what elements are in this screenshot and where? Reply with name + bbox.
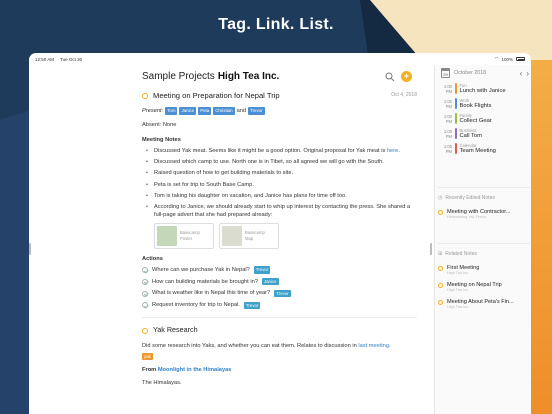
event-item[interactable]: 1:00 PM Calendar Team Meeting: [438, 143, 530, 154]
status-time: 12:50 AM: [35, 56, 55, 62]
divider: [142, 317, 417, 319]
attachment-poster[interactable]: Basecamp Poster: [154, 222, 214, 249]
person-tag[interactable]: Trevor: [248, 107, 265, 115]
person-tag[interactable]: Janice: [179, 107, 197, 115]
absent-line: Absent: None: [142, 122, 177, 129]
from-link[interactable]: Moonlight in the Himalayas: [158, 367, 232, 373]
checkbox[interactable]: [142, 278, 148, 285]
note-status-circle: [438, 266, 443, 271]
note-title[interactable]: Meeting on Preparation for Nepal Trip: [153, 90, 280, 101]
list-item: Discussed Yak meat. Seems like it might …: [142, 147, 417, 156]
event-list: 1:00 PM Fun Lunch with Janice 1:00 PM Wor…: [438, 83, 530, 158]
add-note-button[interactable]: +: [401, 71, 412, 82]
event-item[interactable]: 1:00 PM Fun Lunch with Janice: [438, 83, 530, 94]
recently-edited-heading: ◷ Recently Edited Notes: [438, 195, 495, 201]
person-tag[interactable]: Trevor: [243, 301, 261, 309]
list-item: Tom is taking his daughter on vacation, …: [142, 192, 417, 201]
here-link[interactable]: here: [387, 148, 398, 154]
note-status-circle: [438, 300, 443, 305]
map-thumbnail: [222, 225, 242, 246]
related-note-item[interactable]: First Meeting High Tea Inc.: [438, 265, 530, 275]
checkbox[interactable]: [142, 302, 148, 309]
list-item: According to Janice, we should already s…: [142, 203, 417, 220]
divider: [438, 243, 530, 244]
person-tag[interactable]: Tom: [165, 107, 178, 115]
poster-thumbnail: [157, 225, 177, 246]
person-tag[interactable]: Trevor: [274, 289, 291, 298]
project-name[interactable]: High Tea Inc.: [218, 71, 280, 82]
calendar-header: 29 October 2018 ‹ ›: [441, 68, 529, 78]
action-item: What is weather like in Nepal this time …: [142, 289, 417, 298]
note-status-circle: [438, 210, 443, 215]
clock-icon: ◷: [438, 195, 443, 201]
chevron-left-icon[interactable]: ‹: [520, 69, 523, 78]
present-row: Present: Tom Janice Peta Christian and T…: [142, 107, 417, 115]
note2-body: Did some research into Yaks, and whether…: [142, 342, 391, 349]
meeting-notes-heading: Meeting Notes: [142, 136, 181, 143]
person-tag[interactable]: Trevor: [253, 266, 271, 274]
battery-percent: 100%: [501, 56, 513, 62]
related-notes-heading: ⊞ Related Notes: [438, 251, 477, 257]
yak-tag[interactable]: yak: [142, 353, 153, 361]
note2-body2: The Himalayas.: [142, 379, 182, 386]
wifi-icon: ◠: [494, 56, 499, 61]
person-tag[interactable]: Peta: [198, 107, 212, 115]
ipad-screen: 12:50 AM Tue Oct 30 ◠ 100% Sample Projec…: [29, 53, 531, 414]
chevron-right-icon[interactable]: ›: [526, 69, 529, 78]
actions-heading: Actions: [142, 255, 163, 262]
calendar-icon[interactable]: 29: [441, 68, 450, 78]
list-item: Discussed which camp to use. North one i…: [142, 158, 417, 167]
search-icon[interactable]: [385, 72, 395, 82]
meeting-notes-list: Discussed Yak meat. Seems like it might …: [142, 147, 417, 220]
note-title-row: Meeting on Preparation for Nepal Trip Oc…: [142, 90, 417, 101]
action-item: How can building materials be brought in…: [142, 278, 417, 286]
related-icon: ⊞: [438, 251, 443, 257]
event-item[interactable]: 1:00 PM Work Book Flights: [438, 98, 530, 109]
note2-title-row: Yak Research: [142, 325, 417, 335]
sidebar: 29 October 2018 ‹ › 1:00 PM Fun Lunch wit…: [434, 65, 531, 414]
attachment-map[interactable]: Basecamp Map: [219, 222, 279, 249]
and-text: and: [236, 108, 247, 114]
attachments: Basecamp Poster Basecamp Map: [154, 222, 417, 249]
status-date: Tue Oct 30: [60, 56, 83, 62]
recent-note-item[interactable]: Meeting with Contractor... Remodeling Yak…: [438, 209, 530, 219]
list-item: Raised question of how to get building m…: [142, 169, 417, 178]
checkbox[interactable]: [142, 290, 148, 297]
left-resize-handle[interactable]: [29, 243, 31, 255]
action-item: Request inventory for trip to Nepal. Trev…: [142, 301, 417, 309]
present-label: Present:: [142, 108, 164, 114]
from-row: From Moonlight in the Himalayas: [142, 367, 232, 374]
right-resize-handle[interactable]: [430, 243, 432, 255]
project-header: Sample Projects High Tea Inc.: [142, 71, 279, 82]
person-tag[interactable]: Janice: [261, 278, 279, 286]
note-date: Oct 4, 2018: [391, 91, 417, 98]
list-item: Peta is set for trip to South Base Camp.: [142, 181, 417, 190]
status-bar: 12:50 AM Tue Oct 30 ◠ 100%: [29, 53, 531, 65]
note2-title[interactable]: Yak Research: [153, 325, 198, 335]
project-folder[interactable]: Sample Projects: [142, 71, 215, 82]
related-note-item[interactable]: Meeting on Nepal Trip High Tea Inc.: [438, 282, 530, 292]
event-item[interactable]: 1:00 PM Family Collect Gear: [438, 113, 530, 124]
battery-icon: [516, 57, 525, 61]
headline: Tag. Link. List.: [218, 16, 334, 33]
action-item: Where can we purchase Yak in Nepal? Trevo…: [142, 266, 417, 274]
related-note-item[interactable]: Meeting About Peta's Fin... High Tea Inc.: [438, 299, 530, 309]
calendar-month: October 2018: [454, 70, 487, 76]
checkbox[interactable]: [142, 267, 148, 274]
actions-list: Where can we purchase Yak in Nepal? Trevo…: [142, 266, 417, 310]
note-status-circle[interactable]: [142, 327, 148, 334]
event-item[interactable]: 1:00 PM Business Call Tom: [438, 128, 530, 139]
note-status-circle[interactable]: [142, 92, 148, 99]
note-status-circle: [438, 283, 443, 288]
last-meeting-link[interactable]: last meeting: [358, 343, 389, 349]
divider: [438, 187, 530, 188]
person-tag[interactable]: Christian: [213, 107, 235, 115]
note-editor: Sample Projects High Tea Inc. + Meeting …: [29, 65, 434, 414]
